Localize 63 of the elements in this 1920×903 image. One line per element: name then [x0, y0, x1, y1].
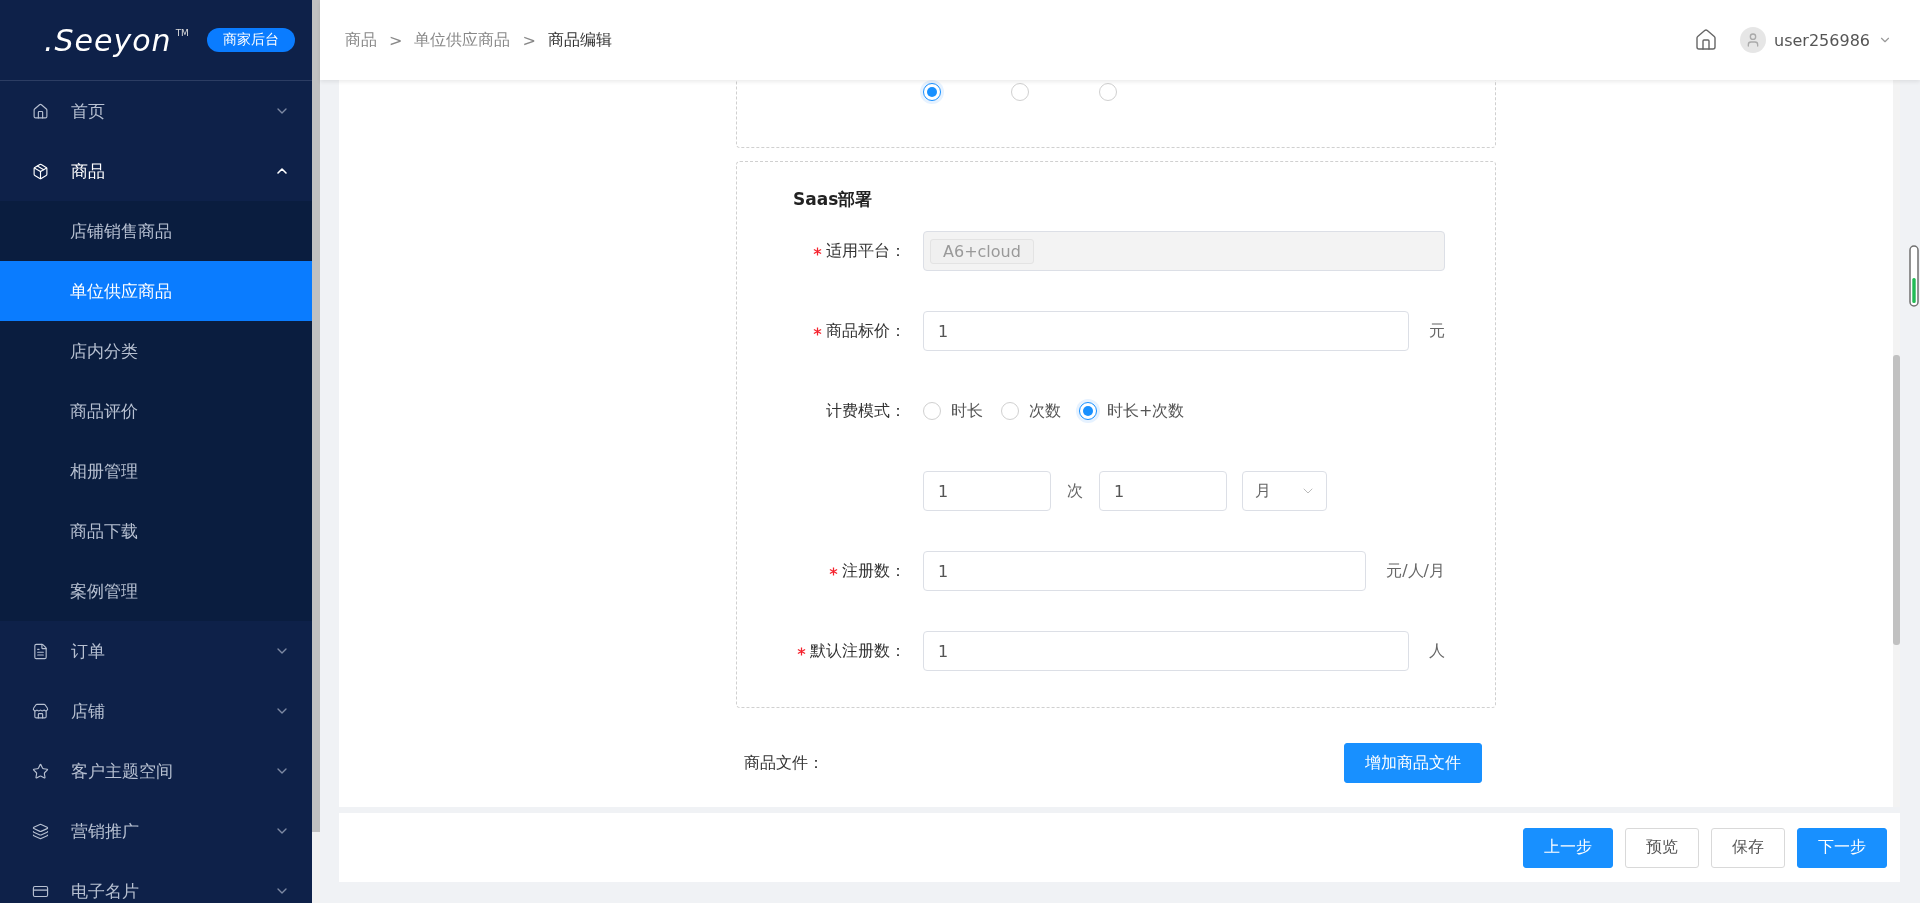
- input-field[interactable]: 1: [923, 631, 1409, 671]
- input-field[interactable]: 1: [1099, 471, 1227, 511]
- user-icon: [1745, 32, 1761, 48]
- home-icon[interactable]: [1694, 28, 1718, 52]
- breadcrumb-link[interactable]: 单位供应商品: [414, 29, 511, 51]
- role-badge: 商家后台: [206, 28, 295, 52]
- radio-button[interactable]: [1011, 83, 1029, 101]
- field-label: 默认注册数：: [810, 640, 906, 662]
- menu-item[interactable]: 订单: [0, 621, 312, 681]
- level-gauge-icon: [1909, 245, 1919, 307]
- menu-item[interactable]: 商品: [0, 141, 312, 201]
- radio-option[interactable]: 次数: [1001, 400, 1061, 422]
- step-button[interactable]: 保存: [1711, 827, 1785, 868]
- breadcrumb-separator: >: [522, 30, 536, 50]
- menu-item[interactable]: 营销推广: [0, 801, 312, 861]
- menu-item[interactable]: 电子名片: [0, 861, 312, 903]
- section-title: Saas部署: [792, 189, 874, 209]
- menu-item[interactable]: 首页: [0, 81, 312, 141]
- radio-button[interactable]: [923, 402, 941, 420]
- field-label: 商品文件：: [744, 752, 824, 774]
- avatar[interactable]: [1740, 27, 1766, 53]
- box-icon: [32, 162, 49, 180]
- radio-option[interactable]: 时长+次数: [1079, 400, 1185, 422]
- submenu-item[interactable]: 店内分类: [0, 321, 312, 381]
- radio-button[interactable]: [1079, 402, 1097, 420]
- input-field[interactable]: 1: [923, 551, 1367, 591]
- submenu-item[interactable]: 案例管理: [0, 561, 312, 621]
- star-icon: [32, 762, 49, 780]
- submenu-item[interactable]: 商品评价: [0, 381, 312, 441]
- joiner-label: 次: [1067, 480, 1083, 502]
- platform-tag: A6+cloud: [930, 238, 1034, 264]
- radio-button[interactable]: [923, 83, 941, 101]
- field-label: 注册数：: [842, 560, 906, 582]
- trademark-mark: TM: [175, 28, 189, 38]
- radio-button[interactable]: [1001, 402, 1019, 420]
- unit-label: 人: [1429, 640, 1445, 662]
- submenu-item[interactable]: 单位供应商品: [0, 261, 312, 321]
- user-name[interactable]: user256986: [1774, 30, 1870, 50]
- unit-label: 元: [1429, 320, 1445, 342]
- period-select[interactable]: 月: [1242, 471, 1327, 511]
- submenu-item[interactable]: 店铺销售商品: [0, 201, 312, 261]
- breadcrumb-link[interactable]: 商品: [345, 29, 377, 51]
- submenu-item[interactable]: 相册管理: [0, 441, 312, 501]
- radio-option[interactable]: 时长: [923, 400, 983, 422]
- input-field[interactable]: 1: [923, 311, 1409, 351]
- scrollbar-thumb[interactable]: [1893, 355, 1900, 645]
- unit-label: 元/人/月: [1386, 560, 1445, 582]
- menu-item[interactable]: 客户主题空间: [0, 741, 312, 801]
- layers-icon: [32, 822, 49, 840]
- submenu-item[interactable]: 商品下载: [0, 501, 312, 561]
- field-label: 适用平台：: [826, 240, 906, 262]
- document-icon: [32, 642, 49, 660]
- field-label: 计费模式：: [826, 400, 906, 422]
- breadcrumb-separator: >: [389, 30, 403, 50]
- radio-button[interactable]: [1099, 83, 1117, 101]
- input-field[interactable]: 1: [923, 471, 1051, 511]
- step-button[interactable]: 预览: [1625, 827, 1699, 868]
- field-label: 商品标价：: [826, 320, 906, 342]
- logo-wordmark: .Seeyon: [44, 22, 172, 58]
- home-icon: [32, 102, 49, 120]
- shop-icon: [32, 702, 49, 720]
- breadcrumb-link[interactable]: 商品编辑: [547, 29, 612, 51]
- menu-item[interactable]: 店铺: [0, 681, 312, 741]
